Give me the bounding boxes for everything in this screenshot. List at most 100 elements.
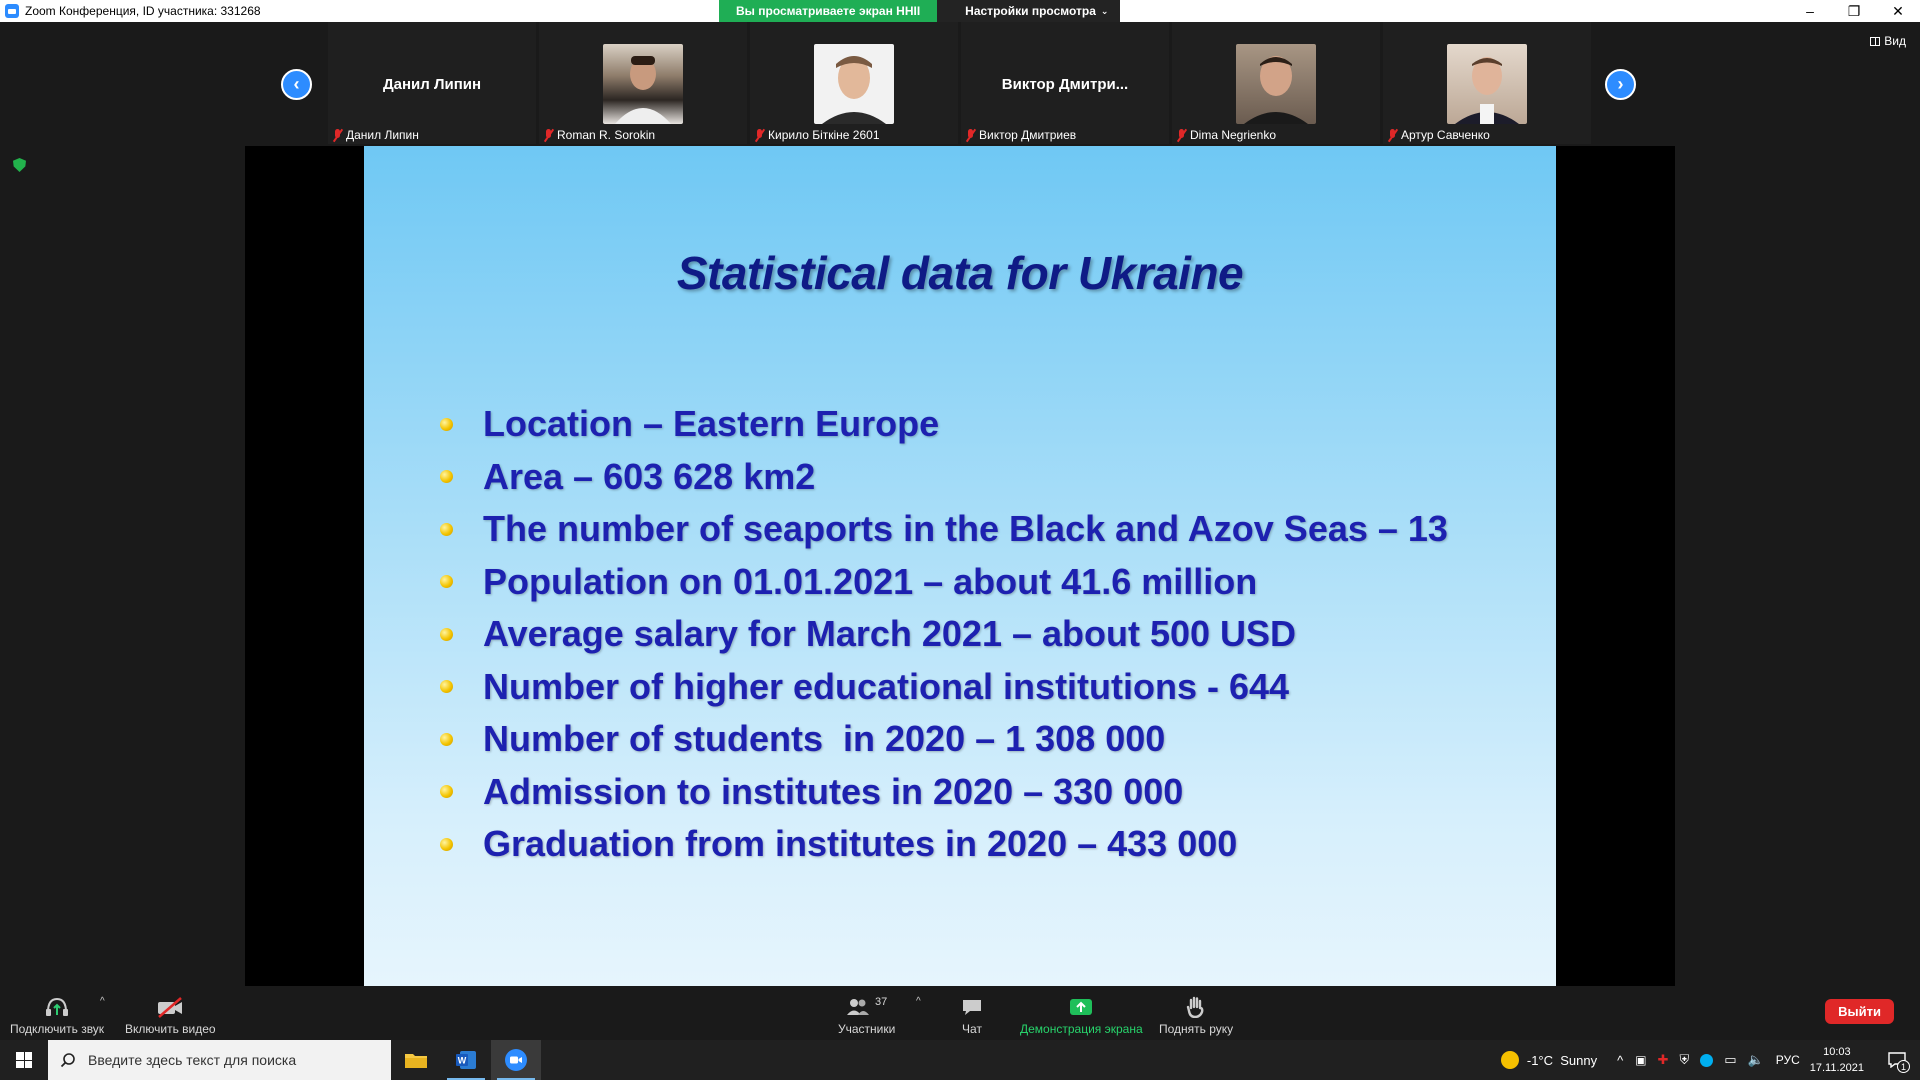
participant-display-name: Виктор Дмитри... xyxy=(1001,76,1129,93)
notification-center-button[interactable]: 1 xyxy=(1882,1045,1912,1075)
participant-tile[interactable]: Артур Савченко xyxy=(1383,22,1591,144)
network-icon[interactable]: ▭ xyxy=(1724,1052,1736,1068)
participant-name: Кирило Біткіне 2601 xyxy=(768,128,880,142)
zoom-app-icon xyxy=(5,4,19,18)
close-button[interactable]: ✕ xyxy=(1876,0,1920,22)
taskbar-clock[interactable]: 10:03 17.11.2021 xyxy=(1810,1044,1864,1076)
slide-title: Statistical data for Ukraine xyxy=(676,247,1244,299)
muted-mic-icon xyxy=(332,128,343,142)
participant-video xyxy=(814,44,894,124)
raise-hand-label: Поднять руку xyxy=(1159,1022,1234,1036)
chevron-left-icon: ‹ xyxy=(293,74,300,94)
view-options-label: Настройки просмотра xyxy=(965,4,1096,18)
participant-tile[interactable]: Dima Negrienko xyxy=(1172,22,1380,144)
muted-mic-icon xyxy=(543,128,554,142)
person-silhouette-icon xyxy=(615,56,671,124)
folder-icon xyxy=(405,1054,427,1068)
zoom-icon xyxy=(505,1049,527,1071)
start-video-label: Включить видео xyxy=(125,1022,216,1036)
participant-name: Виктор Дмитриев xyxy=(979,128,1077,142)
minimize-button[interactable]: – xyxy=(1788,0,1832,22)
participant-video xyxy=(1236,44,1316,124)
raise-hand-icon xyxy=(1186,996,1204,1018)
muted-mic-icon xyxy=(1387,128,1398,142)
chat-label: Чат xyxy=(962,1022,982,1036)
person-silhouette-icon xyxy=(1455,57,1519,124)
sun-icon xyxy=(1500,1051,1519,1069)
chat-bubble-icon xyxy=(963,1000,981,1015)
participant-tile[interactable]: Данил Липин Данил Липин xyxy=(328,22,536,144)
zoom-taskbar-button[interactable] xyxy=(491,1040,541,1080)
clock-time: 10:03 xyxy=(1823,1046,1851,1058)
participant-tile[interactable]: Roman R. Sorokin xyxy=(539,22,747,144)
raise-hand-button[interactable]: Поднять руку xyxy=(1159,996,1233,1036)
slide-bullet: Location – Eastern Europe xyxy=(440,398,1448,451)
file-explorer-taskbar-button[interactable] xyxy=(391,1040,441,1080)
person-silhouette-icon xyxy=(822,56,886,124)
bullet-dot-icon xyxy=(440,785,453,799)
bullet-dot-icon xyxy=(440,837,453,851)
share-screen-icon xyxy=(1070,999,1093,1015)
start-video-button[interactable]: Включить видео xyxy=(125,996,216,1036)
word-icon: W xyxy=(456,1051,476,1069)
speaker-muted-icon[interactable]: 🔈 xyxy=(1748,1052,1764,1068)
word-taskbar-button[interactable]: W xyxy=(441,1040,491,1080)
view-button[interactable]: Вид xyxy=(1870,34,1906,48)
muted-mic-icon xyxy=(1176,128,1187,142)
bullet-dot-icon xyxy=(440,522,453,536)
participants-options-caret[interactable]: ^ xyxy=(916,996,921,1007)
audio-options-caret[interactable]: ^ xyxy=(100,996,105,1007)
participant-tile[interactable]: Кирило Біткіне 2601 xyxy=(750,22,958,144)
antivirus-icon[interactable]: ✚ xyxy=(1658,1052,1669,1068)
weather-text[interactable]: -1°C Sunny xyxy=(1527,1053,1597,1068)
participant-name: Артур Савченко xyxy=(1401,128,1490,142)
chat-button[interactable]: Чат xyxy=(961,996,983,1036)
participant-name: Данил Липин xyxy=(346,128,419,142)
windows-logo-icon xyxy=(16,1052,32,1068)
chevron-down-icon: ⌄ xyxy=(1100,5,1109,16)
participant-tile[interactable]: Виктор Дмитри... Виктор Дмитриев xyxy=(961,22,1169,144)
slide-bullet: Area – 603 628 km2 xyxy=(440,451,1448,504)
bullet-dot-icon xyxy=(440,417,453,431)
notification-count: 1 xyxy=(1897,1060,1910,1073)
viewing-screen-label: Вы просматриваете экран HHII xyxy=(719,0,938,22)
leave-meeting-button[interactable]: Выйти xyxy=(1825,999,1894,1024)
system-tray: -1°C Sunny ^ ▣ ✚ ⛨ ▭ 🔈 РУС 10:03 17.11.2… xyxy=(1500,1040,1920,1080)
person-silhouette-icon xyxy=(1244,56,1308,124)
participants-button[interactable]: 37 Участники xyxy=(838,996,895,1036)
restore-button[interactable]: ❐ xyxy=(1832,0,1876,22)
svg-text:W: W xyxy=(458,1056,467,1066)
next-page-button[interactable]: › xyxy=(1605,69,1636,100)
slide-bullet: The number of seaports in the Black and … xyxy=(440,503,1448,556)
slide-bullet-list: Location – Eastern Europe Area – 603 628… xyxy=(440,398,1448,871)
join-audio-button[interactable]: Подключить звук xyxy=(10,996,104,1036)
muted-mic-icon xyxy=(754,128,765,142)
presentation-slide: Statistical data for Ukraine Location – … xyxy=(364,146,1556,986)
participant-video xyxy=(1447,44,1527,124)
encryption-shield-icon[interactable] xyxy=(13,158,26,172)
taskbar-search[interactable]: Введите здесь текст для поиска xyxy=(48,1040,391,1080)
muted-mic-icon xyxy=(965,128,976,142)
share-screen-button[interactable]: Демонстрация экрана xyxy=(1020,996,1143,1036)
start-button[interactable] xyxy=(0,1040,48,1080)
screen-share-banner: Вы просматриваете экран HHII Настройки п… xyxy=(719,0,1121,22)
input-language[interactable]: РУС xyxy=(1776,1053,1800,1067)
slide-bullet: Graduation from institutes in 2020 – 433… xyxy=(440,818,1448,871)
chevron-right-icon: › xyxy=(1617,74,1624,94)
show-hidden-icons-chevron[interactable]: ^ xyxy=(1617,1053,1623,1068)
windows-taskbar: Введите здесь текст для поиска W -1°C Su… xyxy=(0,1040,1920,1080)
participant-display-name: Данил Липин xyxy=(382,76,482,93)
headphones-icon xyxy=(46,997,69,1016)
slide-bullet: Population on 01.01.2021 – about 41.6 mi… xyxy=(440,556,1448,609)
bullet-dot-icon xyxy=(440,470,453,484)
skype-icon[interactable] xyxy=(1700,1053,1714,1067)
participant-name: Roman R. Sorokin xyxy=(557,128,656,142)
view-options-dropdown[interactable]: Настройки просмотра ⌄ xyxy=(937,0,1121,22)
previous-page-button[interactable]: ‹ xyxy=(281,69,312,100)
meeting-toolbar: Подключить звук ^ Включить видео 37 Учас… xyxy=(0,986,1920,1040)
search-icon xyxy=(60,1053,75,1068)
join-audio-label: Подключить звук xyxy=(10,1022,105,1036)
meet-now-icon[interactable]: ▣ xyxy=(1635,1053,1646,1067)
defender-icon[interactable]: ⛨ xyxy=(1679,1052,1689,1068)
participants-label: Участники xyxy=(838,1022,896,1036)
